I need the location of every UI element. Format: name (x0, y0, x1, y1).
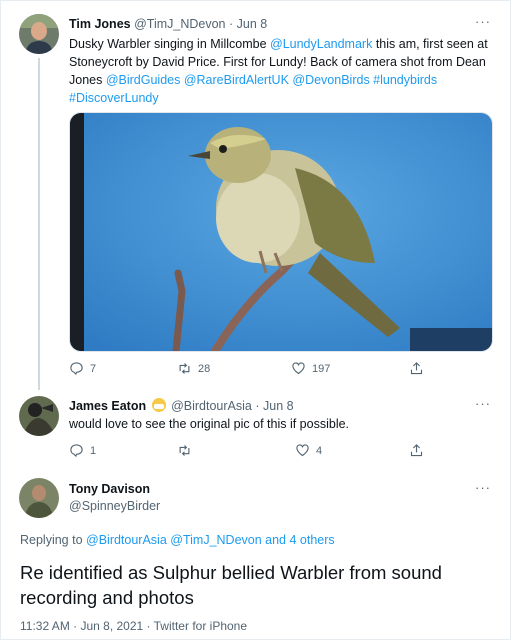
avatar-photo (19, 396, 59, 436)
replying-prefix: Replying to (20, 533, 87, 547)
share-icon (410, 444, 423, 457)
avatar-photo (19, 14, 59, 54)
reply-icon (70, 362, 83, 376)
reply-icon (70, 444, 83, 458)
mention-link[interactable]: @LundyLandmark (270, 37, 372, 51)
avatar[interactable] (19, 478, 59, 518)
more-options-button[interactable]: ··· (475, 14, 491, 29)
more-options-button[interactable]: ··· (475, 480, 491, 495)
like-count: 197 (312, 362, 331, 375)
text-segment: Jones (69, 73, 106, 87)
text-segment: this am, first seen at (372, 37, 488, 51)
tweet-header: Tim Jones @TimJ_NDevon · Jun 8 (69, 17, 268, 31)
tweet-text: would love to see the original pic of th… (69, 417, 350, 431)
author-handle[interactable]: @SpinneyBirder (69, 499, 160, 513)
tweet-date[interactable]: Jun 8 (263, 399, 294, 413)
warbler-photo (70, 113, 492, 351)
text-segment: Dusky Warbler singing in Millcombe (69, 37, 270, 51)
retweet-button[interactable] (177, 443, 198, 458)
replying-to: Replying to @BirdtourAsia @TimJ_NDevon a… (20, 531, 335, 549)
tweet-actions: 1 4 (69, 443, 499, 461)
retweet-button[interactable]: 28 (177, 361, 210, 376)
replying-to-links[interactable]: @BirdtourAsia @TimJ_NDevon and 4 others (86, 533, 335, 547)
reply-count: 1 (90, 444, 97, 457)
avatar[interactable] (19, 396, 59, 436)
text-line: recording and photos (20, 587, 194, 608)
author-handle[interactable]: @TimJ_NDevon (134, 17, 225, 31)
heart-icon (296, 444, 309, 457)
tweet-text: Dusky Warbler singing in Millcombe @Lund… (69, 35, 499, 107)
like-button[interactable]: 197 (291, 361, 330, 376)
tweet-actions: 7 28 197 (69, 361, 499, 379)
author-name-text[interactable]: Tony Davison (69, 482, 150, 496)
mention-links[interactable]: @BirdGuides @RareBirdAlertUK @DevonBirds… (106, 73, 437, 87)
thread-line (38, 58, 40, 390)
author-name[interactable]: James Eaton (69, 399, 146, 413)
tweet-source[interactable]: Twitter for iPhone (154, 619, 247, 633)
share-button[interactable] (409, 361, 424, 376)
like-button[interactable]: 4 (295, 443, 322, 458)
tweet-date[interactable]: Jun 8 (237, 17, 268, 31)
tweet-text: Re identified as Sulphur bellied Warbler… (20, 560, 442, 610)
retweet-icon (179, 445, 190, 456)
tweet-timestamp[interactable]: 11:32 AM · Jun 8, 2021 · (20, 619, 154, 633)
tweet-meta: 11:32 AM · Jun 8, 2021 · Twitter for iPh… (20, 619, 247, 633)
author-name[interactable]: Tim Jones (69, 17, 131, 31)
author-handle[interactable]: @BirdtourAsia (171, 399, 252, 413)
reply-button[interactable]: 1 (69, 443, 96, 458)
share-button[interactable] (409, 443, 424, 458)
like-count: 4 (316, 444, 323, 457)
share-icon (410, 362, 423, 375)
grinning-face-emoji (151, 398, 166, 412)
author-name[interactable]: Tony Davison (69, 482, 150, 496)
reply-count: 7 (90, 362, 97, 375)
avatar[interactable] (19, 14, 59, 54)
text-line: Re identified as Sulphur bellied Warbler… (20, 562, 442, 583)
hashtag-link[interactable]: #DiscoverLundy (69, 89, 499, 107)
heart-icon (292, 362, 305, 375)
tweet-photo[interactable] (69, 112, 493, 352)
reply-button[interactable]: 7 (69, 361, 96, 376)
text-segment: Stoneycroft by David Price. First for Lu… (69, 55, 486, 69)
tweet-header: James Eaton @BirdtourAsia · Jun 8 (69, 398, 294, 413)
retweet-icon (179, 363, 190, 374)
retweet-count: 28 (198, 362, 211, 375)
more-options-button[interactable]: ··· (475, 396, 491, 411)
avatar-photo (19, 478, 59, 518)
